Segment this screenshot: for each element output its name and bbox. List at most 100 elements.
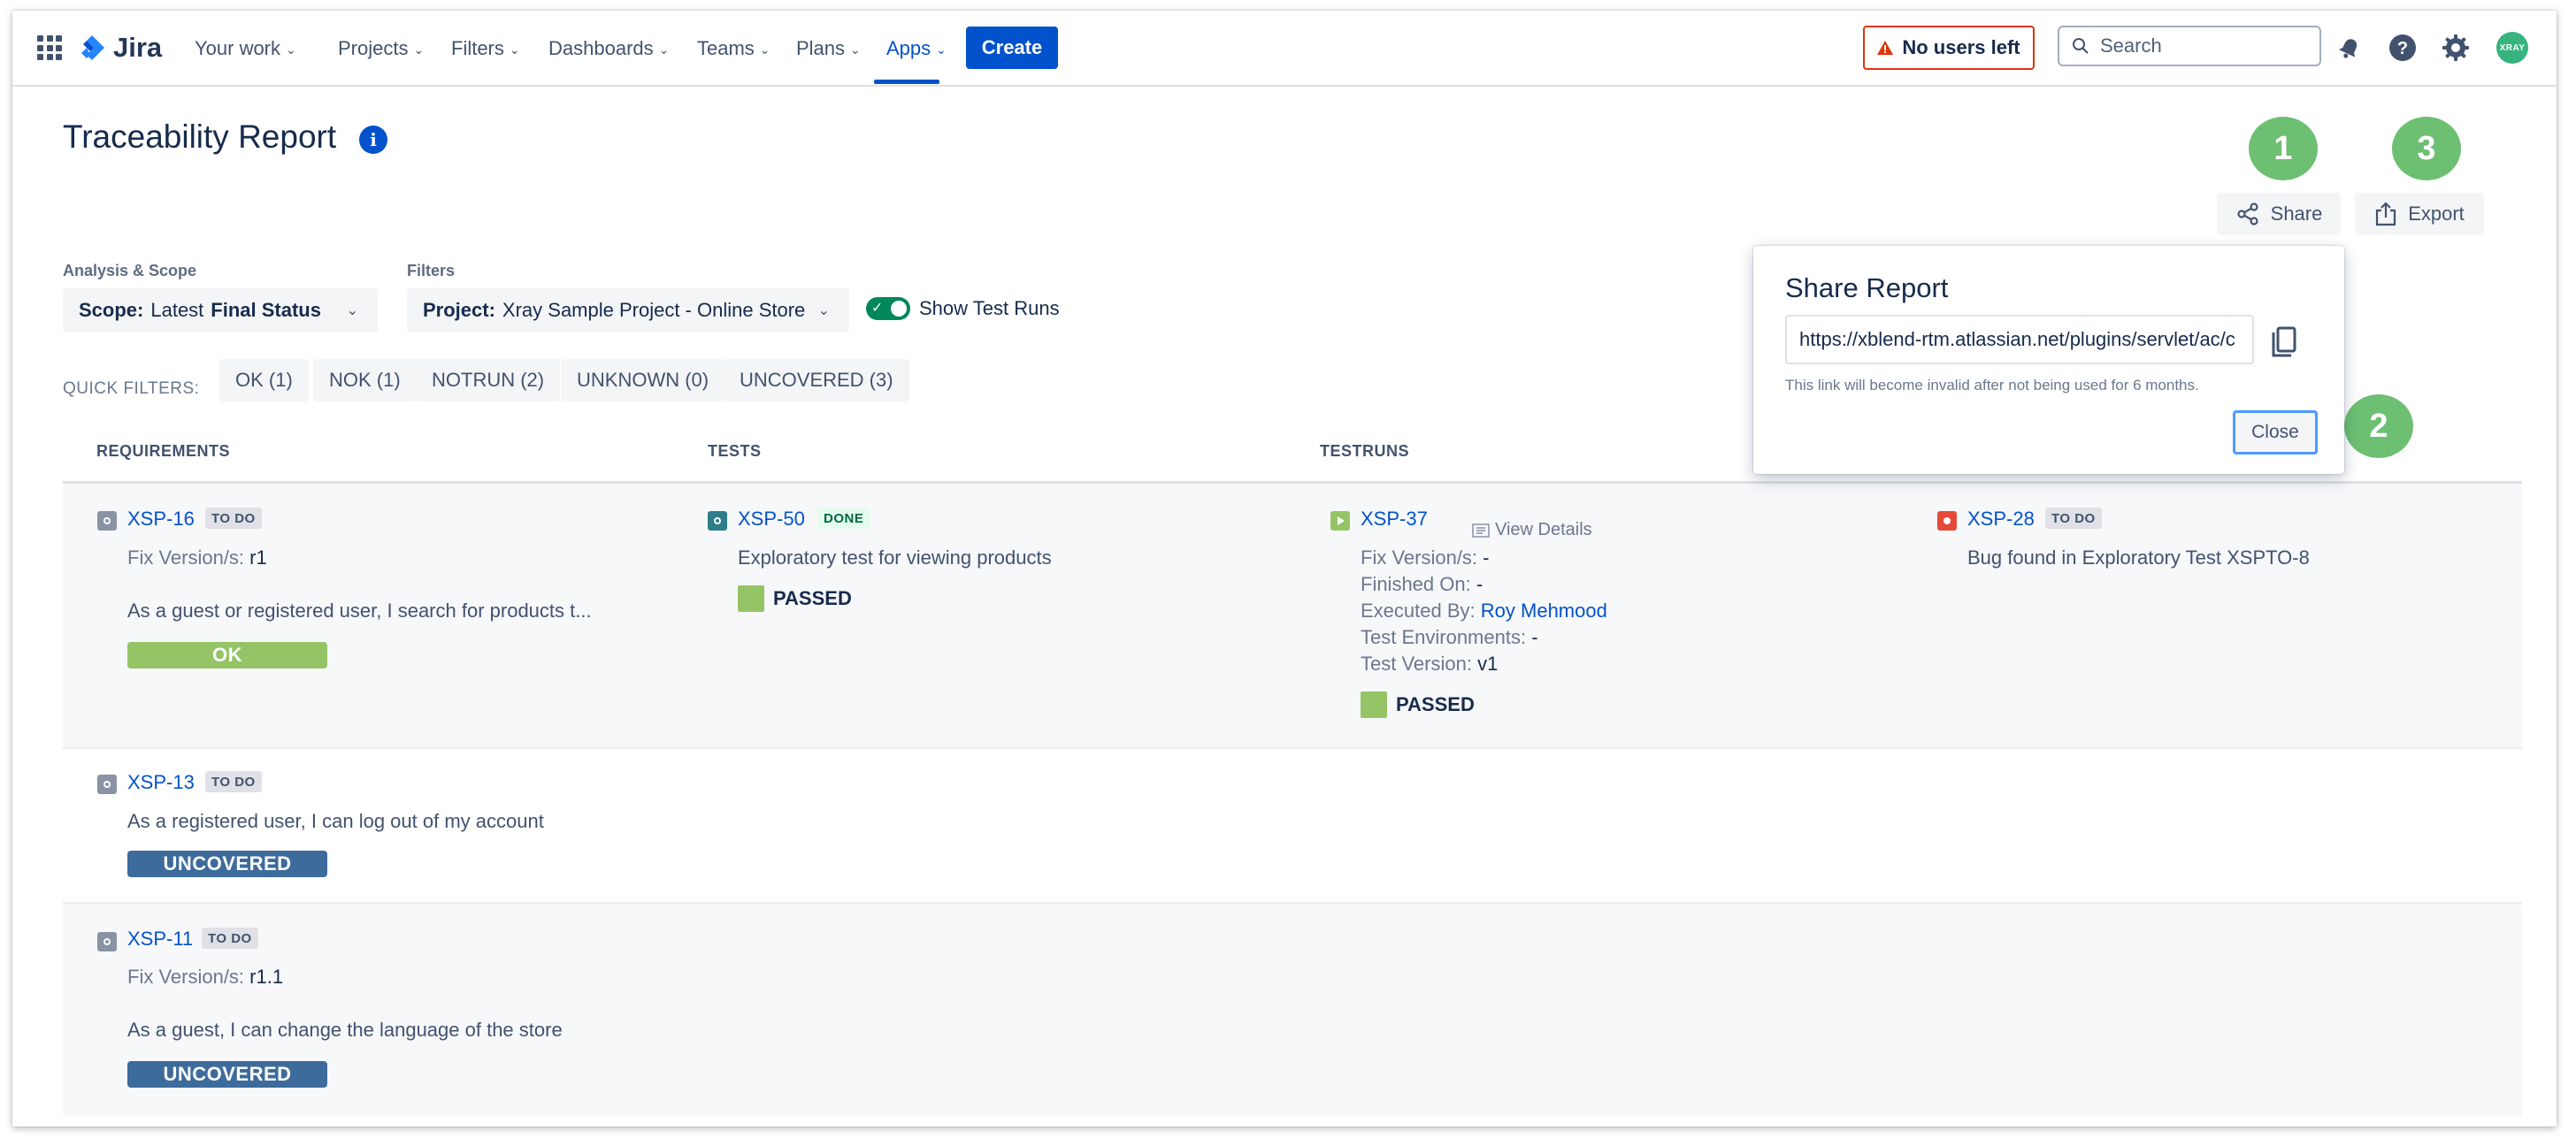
export-label: Export	[2408, 202, 2465, 225]
testrun-key-link[interactable]: XSP-37	[1361, 508, 1428, 531]
requirement-status-bar: UNCOVERED	[127, 1061, 327, 1088]
quick-filter-notrun[interactable]: NOTRUN (2)	[416, 359, 561, 401]
close-button[interactable]: Close	[2233, 410, 2318, 455]
requirement-key-link[interactable]: XSP-13	[127, 771, 195, 794]
field-value: -	[1531, 626, 1538, 648]
requirement-status-bar: OK	[127, 642, 327, 668]
nav-dashboards[interactable]: Dashboards ⌄	[548, 32, 669, 65]
field-value: r1.1	[249, 966, 284, 988]
requirement-key-link[interactable]: XSP-16	[127, 508, 195, 531]
quick-filter-ok[interactable]: OK (1)	[219, 359, 309, 401]
nav-your-work[interactable]: Your work ⌄	[195, 32, 296, 65]
result-label: PASSED	[1396, 693, 1475, 715]
project-filter-select[interactable]: Project: Xray Sample Project - Online St…	[407, 288, 849, 332]
column-header-tests: TESTS	[708, 442, 762, 460]
requirement-status-bar: UNCOVERED	[127, 851, 327, 877]
nav-projects[interactable]: Projects ⌄	[338, 32, 424, 65]
issue-type-icon	[97, 775, 117, 794]
quick-filter-nok[interactable]: NOK (1)	[313, 359, 417, 401]
field-value: v1	[1477, 653, 1499, 675]
nav-filters[interactable]: Filters ⌄	[451, 32, 520, 65]
callout-3: 3	[2392, 117, 2461, 180]
scope-select[interactable]: Scope: Latest Final Status ⌄	[63, 288, 378, 332]
nav-label: Filters	[451, 37, 504, 59]
status-badge: TO DO	[205, 508, 262, 529]
test-key-link[interactable]: XSP-50	[738, 508, 805, 531]
testrun-field: Finished On: -	[1361, 573, 1483, 596]
search-icon	[2073, 38, 2089, 54]
requirement-key-link[interactable]: XSP-11	[127, 928, 193, 951]
executed-by-link[interactable]: Roy Mehmood	[1481, 600, 1607, 622]
search-box[interactable]	[2058, 26, 2321, 66]
row-divider	[63, 747, 2522, 749]
issue-type-icon	[708, 511, 727, 531]
fix-version: Fix Version/s: r1	[127, 546, 267, 569]
page-title: Traceability Report	[63, 118, 337, 155]
project-value: Xray Sample Project - Online Store	[502, 299, 806, 321]
field-value: r1	[249, 546, 267, 569]
field-label: Finished On:	[1361, 573, 1471, 595]
scope-key: Scope:	[79, 299, 144, 321]
share-icon	[2237, 202, 2258, 225]
settings-icon[interactable]	[2440, 32, 2472, 64]
issue-type-icon	[97, 932, 117, 951]
chevron-down-icon: ⌄	[658, 42, 670, 57]
status-badge: DONE	[817, 508, 870, 529]
chevron-down-icon: ⌄	[346, 303, 358, 318]
export-button[interactable]: Export	[2355, 193, 2484, 235]
copy-icon[interactable]	[2268, 325, 2300, 361]
requirement-summary: As a guest or registered user, I search …	[127, 600, 592, 622]
nav-teams[interactable]: Teams ⌄	[697, 32, 770, 65]
help-icon[interactable]: ?	[2387, 32, 2419, 64]
test-summary: Exploratory test for viewing products	[738, 546, 1052, 569]
view-details-label: View Details	[1495, 520, 1592, 539]
callout-1: 1	[2249, 117, 2318, 180]
scope-label: Analysis & Scope	[63, 262, 197, 279]
nav-label: Apps	[886, 37, 932, 59]
filters-label: Filters	[407, 262, 456, 279]
app-switcher-icon[interactable]	[37, 35, 62, 60]
project-key: Project:	[423, 299, 495, 321]
quick-filter-unknown[interactable]: UNKNOWN (0)	[561, 359, 725, 401]
testrun-field: Test Environments: -	[1361, 626, 1538, 649]
bug-type-icon	[1937, 511, 1957, 531]
requirement-summary: As a registered user, I can log out of m…	[127, 810, 544, 832]
testrun-type-icon	[1330, 511, 1350, 531]
info-icon[interactable]: i	[359, 126, 387, 154]
search-input[interactable]	[2098, 34, 2296, 58]
export-icon	[2376, 202, 2396, 226]
testrun-field: Executed By: Roy Mehmood	[1361, 600, 1607, 623]
jira-logo-text: Jira	[113, 32, 163, 63]
status-badge: TO DO	[2045, 508, 2102, 529]
test-result: PASSED	[738, 585, 852, 612]
nav-apps[interactable]: Apps ⌄	[886, 32, 947, 65]
share-button[interactable]: Share	[2217, 193, 2341, 235]
nav-plans[interactable]: Plans ⌄	[796, 32, 861, 65]
create-button[interactable]: Create	[966, 27, 1058, 69]
share-url-input[interactable]	[1785, 315, 2254, 364]
field-label: Fix Version/s:	[127, 546, 245, 569]
field-label: Test Environments:	[1361, 626, 1527, 648]
chevron-down-icon: ⌄	[413, 42, 425, 57]
defect-key-link[interactable]: XSP-28	[1967, 508, 2035, 531]
show-test-runs-toggle[interactable]: ✓ Show Test Runs	[866, 297, 1060, 320]
share-label: Share	[2270, 202, 2323, 225]
field-label: Executed By:	[1361, 600, 1476, 622]
issue-type-icon	[97, 511, 117, 531]
scope-value: Final Status	[211, 299, 321, 321]
notifications-icon[interactable]	[2334, 32, 2365, 64]
view-details-link[interactable]: View Details	[1472, 520, 1592, 540]
fix-version: Fix Version/s: r1.1	[127, 966, 283, 989]
nav-label: Plans	[796, 37, 846, 59]
check-icon: ✓	[871, 301, 884, 316]
no-users-left-button[interactable]: No users left	[1863, 26, 2035, 70]
field-value: -	[1476, 573, 1484, 595]
quick-filter-uncovered[interactable]: UNCOVERED (3)	[724, 359, 909, 401]
active-nav-indicator	[874, 80, 939, 84]
avatar[interactable]: XRAY	[2496, 32, 2528, 64]
toggle-switch[interactable]: ✓	[866, 297, 910, 320]
passed-swatch	[1361, 691, 1387, 718]
jira-logo[interactable]: Jira	[78, 30, 162, 65]
nav-label: Teams	[697, 37, 755, 59]
result-label: PASSED	[773, 587, 852, 609]
